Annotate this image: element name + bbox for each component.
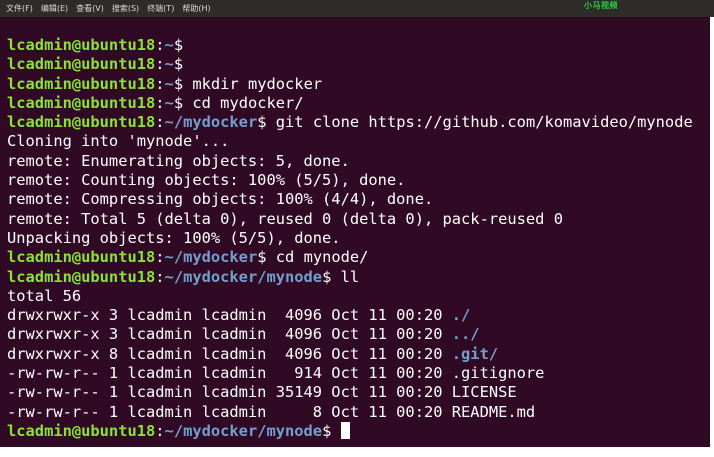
- prompt-separator: :: [155, 93, 165, 112]
- menu-view[interactable]: 查看(V): [76, 0, 104, 17]
- prompt-separator: :: [155, 267, 165, 286]
- output-line: remote: Counting objects: 100% (5/5), do…: [7, 171, 713, 190]
- file-listing-row: -rw-rw-r-- 1 lcadmin lcadmin 8 Oct 11 00…: [7, 403, 713, 422]
- prompt-symbol: $: [173, 36, 193, 54]
- file-listing-row: -rw-rw-r-- 1 lcadmin lcadmin 914 Oct 11 …: [7, 364, 713, 383]
- command-text: git clone https://github.com/komavideo/m…: [275, 113, 693, 132]
- prompt-symbol: $: [173, 74, 193, 93]
- command-text: ll: [340, 267, 360, 286]
- file-name: .gitignore: [451, 364, 545, 383]
- prompt-symbol: $: [322, 421, 341, 440]
- prompt-line: lcadmin@ubuntu18:~/mydocker$ git clone h…: [7, 113, 713, 132]
- output-line: Cloning into 'mynode'...: [7, 132, 713, 151]
- file-name: README.md: [451, 402, 536, 421]
- prompt-line: lcadmin@ubuntu18:~$: [7, 36, 713, 55]
- output-line: remote: Total 5 (delta 0), reused 0 (del…: [7, 210, 713, 229]
- prompt-user-host: lcadmin@ubuntu18: [7, 55, 156, 74]
- prompt-line: lcadmin@ubuntu18:~/mydocker$ cd mynode/: [7, 248, 713, 267]
- output-text: Cloning into 'mynode'...: [7, 132, 230, 151]
- prompt-line: lcadmin@ubuntu18:~$: [7, 55, 713, 74]
- command-text: cd mydocker/: [192, 93, 304, 112]
- command-text: mkdir mydocker: [192, 74, 323, 93]
- prompt-user-host: lcadmin@ubuntu18: [7, 93, 156, 112]
- prompt-user-host: lcadmin@ubuntu18: [7, 113, 156, 132]
- prompt-path: ~: [164, 74, 174, 93]
- directory-name: ../: [451, 325, 480, 344]
- prompt-separator: :: [155, 36, 165, 54]
- file-attributes: drwxrwxr-x 3 lcadmin lcadmin 4096 Oct 11…: [7, 325, 452, 344]
- prompt-line: lcadmin@ubuntu18:~$ mkdir mydocker: [7, 75, 713, 94]
- prompt-separator: :: [155, 74, 165, 93]
- prompt-symbol: $: [173, 93, 193, 112]
- prompt-user-host: lcadmin@ubuntu18: [7, 36, 156, 54]
- prompt-line: lcadmin@ubuntu18:~$ cd mydocker/: [7, 94, 713, 113]
- output-text: total 56: [7, 286, 82, 305]
- window-border: [710, 17, 714, 457]
- prompt-symbol: $: [322, 267, 341, 286]
- text-cursor[interactable]: [340, 421, 350, 439]
- file-attributes: -rw-rw-r-- 1 lcadmin lcadmin 35149 Oct 1…: [7, 383, 452, 402]
- watermark-logo: 小马视频: [584, 1, 618, 10]
- output-text: remote: Counting objects: 100% (5/5), do…: [7, 171, 406, 190]
- prompt-line: lcadmin@ubuntu18:~/mydocker/mynode$: [7, 421, 713, 441]
- output-line: remote: Compressing objects: 100% (4/4),…: [7, 190, 713, 209]
- file-attributes: drwxrwxr-x 3 lcadmin lcadmin 4096 Oct 11…: [7, 306, 452, 325]
- prompt-path: ~: [164, 55, 174, 74]
- prompt-path: ~/mydocker: [164, 248, 258, 267]
- output-line: total 56: [7, 287, 713, 306]
- terminal-output[interactable]: lcadmin@ubuntu18:~$ lcadmin@ubuntu18:~$ …: [7, 36, 713, 441]
- prompt-separator: :: [155, 113, 165, 132]
- directory-name: ./: [451, 306, 471, 325]
- output-text: remote: Enumerating objects: 5, done.: [7, 151, 350, 170]
- menu-edit[interactable]: 编辑(E): [41, 0, 68, 17]
- terminal-window: 文件(F) 编辑(E) 查看(V) 搜索(S) 终端(T) 帮助(H) 小马视频…: [0, 0, 714, 457]
- prompt-symbol: $: [257, 113, 276, 132]
- prompt-path: ~/mydocker/mynode: [164, 267, 323, 286]
- prompt-path: ~/mydocker/mynode: [164, 421, 323, 440]
- menu-search[interactable]: 搜索(S): [112, 0, 139, 17]
- prompt-user-host: lcadmin@ubuntu18: [7, 267, 156, 286]
- file-listing-row: drwxrwxr-x 3 lcadmin lcadmin 4096 Oct 11…: [7, 306, 713, 325]
- file-name: LICENSE: [451, 383, 517, 402]
- menu-file[interactable]: 文件(F): [6, 0, 33, 17]
- output-line: remote: Enumerating objects: 5, done.: [7, 152, 713, 171]
- file-attributes: -rw-rw-r-- 1 lcadmin lcadmin 914 Oct 11 …: [7, 364, 452, 383]
- prompt-path: ~/mydocker: [164, 113, 258, 132]
- prompt-user-host: lcadmin@ubuntu18: [7, 421, 156, 440]
- file-attributes: -rw-rw-r-- 1 lcadmin lcadmin 8 Oct 11 00…: [7, 402, 452, 421]
- output-text: remote: Total 5 (delta 0), reused 0 (del…: [7, 209, 563, 228]
- prompt-separator: :: [155, 55, 165, 74]
- file-listing-row: drwxrwxr-x 3 lcadmin lcadmin 4096 Oct 11…: [7, 325, 713, 344]
- file-attributes: drwxrwxr-x 8 lcadmin lcadmin 4096 Oct 11…: [7, 344, 452, 363]
- prompt-separator: :: [155, 421, 165, 440]
- prompt-line: lcadmin@ubuntu18:~/mydocker/mynode$ ll: [7, 268, 713, 287]
- directory-name: .git/: [451, 344, 499, 363]
- menu-help[interactable]: 帮助(H): [182, 0, 210, 17]
- prompt-user-host: lcadmin@ubuntu18: [7, 74, 156, 93]
- prompt-path: ~: [164, 93, 174, 112]
- prompt-symbol: $: [173, 55, 193, 74]
- command-text: cd mynode/: [275, 248, 369, 267]
- output-text: remote: Compressing objects: 100% (4/4),…: [7, 190, 434, 209]
- prompt-separator: :: [155, 248, 165, 267]
- output-line: Unpacking objects: 100% (5/5), done.: [7, 229, 713, 248]
- file-listing-row: -rw-rw-r-- 1 lcadmin lcadmin 35149 Oct 1…: [7, 383, 713, 402]
- prompt-user-host: lcadmin@ubuntu18: [7, 248, 156, 267]
- menu-terminal[interactable]: 终端(T): [147, 0, 174, 17]
- window-border-bottom: [0, 447, 714, 457]
- file-listing-row: drwxrwxr-x 8 lcadmin lcadmin 4096 Oct 11…: [7, 345, 713, 364]
- prompt-path: ~: [164, 36, 174, 54]
- prompt-symbol: $: [257, 248, 276, 267]
- output-text: Unpacking objects: 100% (5/5), done.: [7, 228, 341, 247]
